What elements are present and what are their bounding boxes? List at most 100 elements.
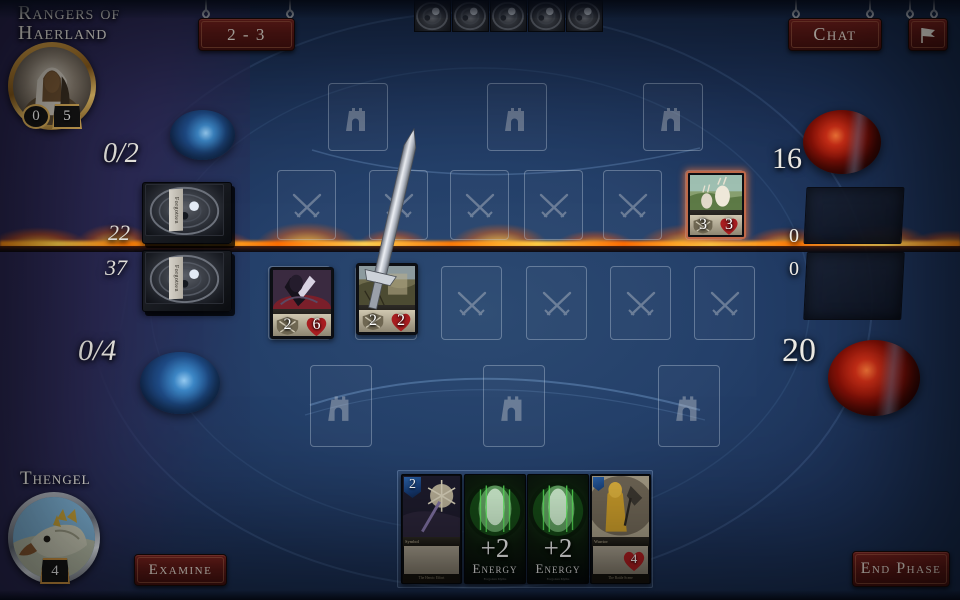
- player-creature-stats: 2 2: [359, 309, 415, 332]
- swords-icon: [710, 291, 739, 316]
- opponent-name-line2: Haerland: [18, 22, 108, 44]
- opponent-resource-count: 0: [32, 108, 40, 124]
- game-screen: Rangers of Haerland 0 5 2 - 3 Chat 0/2 F…: [0, 0, 960, 600]
- hand-card-name: Warrior: [592, 536, 649, 547]
- turn-indicator-button[interactable]: 2 - 3: [198, 18, 295, 51]
- player-support-slot[interactable]: [483, 365, 545, 447]
- opponent-combat-slot[interactable]: [450, 170, 509, 240]
- player-creature-health-value: 6: [312, 315, 321, 333]
- flag-icon: [921, 27, 935, 43]
- tower-icon: [328, 396, 349, 421]
- hand-card-spell[interactable]: 2 Symbol The Heroic Effort: [401, 474, 462, 584]
- player-hand-badge: 4: [40, 558, 70, 584]
- opponent-hand-card: [414, 0, 451, 32]
- opponent-resource-badge: 0: [22, 104, 50, 129]
- player-creature-card[interactable]: 2 2: [356, 263, 418, 335]
- player-deck-count: 37: [105, 255, 127, 280]
- player-life-orb: [828, 340, 920, 416]
- hand-card-name: Symbol: [403, 536, 460, 547]
- hand-card-energy[interactable]: +2 Energy Forgotten Myths: [527, 474, 589, 584]
- opponent-support-slot[interactable]: [328, 83, 388, 151]
- hand-card-rules-text: [404, 546, 459, 575]
- examine-button-label: Examine: [148, 561, 213, 578]
- deck-back-art: [149, 254, 220, 303]
- antelope-pair-art: [690, 175, 742, 214]
- tower-icon: [661, 108, 680, 131]
- hand-card-health-badge: 4: [621, 549, 647, 573]
- opponent-combat-slot[interactable]: [603, 170, 662, 240]
- player-creature-card[interactable]: 2 6: [270, 267, 334, 339]
- player-combat-slot[interactable]: [441, 266, 502, 340]
- opponent-life-total: 16: [772, 142, 802, 175]
- opponent-combat-slot[interactable]: [369, 170, 428, 240]
- opponent-hand-card: [490, 0, 527, 32]
- opponent-support-slot[interactable]: [487, 83, 547, 151]
- player-creature-stats: 2 6: [273, 313, 331, 336]
- player-creature-attack-value: 2: [283, 315, 292, 333]
- swords-icon: [542, 291, 571, 316]
- opponent-combat-slot[interactable]: [524, 170, 583, 240]
- player-creature-health-value: 2: [397, 311, 405, 329]
- opponent-mana-counter: 0/2: [103, 138, 139, 169]
- player-support-slot[interactable]: [310, 365, 372, 447]
- hand-card-footer: Forgotten Myths: [483, 577, 507, 581]
- opponent-mana-orb: [170, 110, 235, 160]
- opponent-support-slot[interactable]: [643, 83, 703, 151]
- swords-icon: [384, 193, 413, 218]
- hand-card-cost-value: 2: [409, 477, 416, 492]
- tower-icon: [501, 396, 522, 421]
- player-graveyard-count: 0: [789, 258, 799, 280]
- turn-indicator-label: 2 - 3: [227, 24, 266, 44]
- opponent-creature-attack-value: 3: [699, 215, 707, 233]
- player-combat-slot[interactable]: [694, 266, 755, 340]
- opponent-avatar[interactable]: 0 5: [8, 42, 96, 130]
- end-phase-button[interactable]: End Phase: [852, 551, 950, 587]
- examine-button[interactable]: Examine: [134, 554, 227, 586]
- player-graveyard-zone[interactable]: [803, 252, 905, 320]
- player-life-total: 20: [782, 332, 816, 369]
- opponent-hand-card: [452, 0, 489, 32]
- opponent-deck-pile[interactable]: Forgotten Myths: [142, 182, 232, 244]
- swords-icon: [465, 193, 494, 218]
- player-deck-pile[interactable]: Forgotten Myths: [142, 250, 232, 312]
- shadow-swordsman-art: [273, 270, 331, 322]
- player-hand-count: 4: [51, 562, 59, 579]
- opponent-hand-badge: 5: [52, 104, 82, 129]
- player-creature-health: 2: [387, 310, 415, 332]
- opponent-hand-count: 5: [63, 108, 71, 124]
- opponent-creature-attack: 3: [690, 215, 716, 235]
- surrender-button[interactable]: [908, 18, 948, 51]
- hand-card-footer: The Battle Scene: [592, 574, 649, 583]
- battlefield-art: [359, 266, 415, 308]
- swords-icon: [539, 193, 568, 218]
- tower-icon: [676, 396, 697, 421]
- player-avatar[interactable]: 4: [8, 492, 100, 584]
- player-support-slot[interactable]: [658, 365, 720, 447]
- swords-icon: [292, 193, 321, 218]
- swords-icon: [457, 291, 486, 316]
- hand-card-footer: The Heroic Effort: [403, 574, 460, 583]
- opponent-deck-count: 22: [108, 220, 130, 245]
- swords-icon: [618, 193, 647, 218]
- end-phase-button-label: End Phase: [860, 560, 942, 577]
- chat-button[interactable]: Chat: [788, 18, 882, 51]
- tower-icon: [346, 108, 365, 131]
- player-mana-counter: 0/4: [78, 334, 117, 367]
- player-creature-health: 6: [302, 314, 331, 336]
- opponent-graveyard-count: 0: [789, 225, 799, 247]
- tower-icon: [505, 108, 524, 131]
- opponent-deck-name: Forgotten Myths: [169, 188, 184, 232]
- player-combat-slot[interactable]: [526, 266, 587, 340]
- opponent-graveyard-zone[interactable]: [803, 187, 905, 244]
- hand-card-health-value: 4: [630, 551, 638, 566]
- opponent-creature-health-value: 3: [725, 215, 733, 233]
- hand-card-footer: Forgotten Myths: [546, 577, 570, 581]
- swords-icon: [626, 291, 655, 316]
- player-combat-slot[interactable]: [610, 266, 671, 340]
- hand-card-energy[interactable]: +2 Energy Forgotten Myths: [464, 474, 526, 584]
- opponent-combat-slot[interactable]: [277, 170, 336, 240]
- opponent-creature-card[interactable]: 3 3: [686, 171, 746, 239]
- player-creature-attack: 2: [359, 310, 387, 332]
- hand-card-creature[interactable]: Warrior 4 The Battle Scene: [590, 474, 651, 584]
- chat-button-label: Chat: [813, 24, 857, 44]
